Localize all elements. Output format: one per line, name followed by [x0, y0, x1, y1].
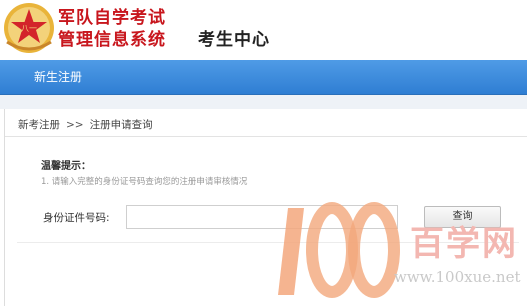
tips-line-1: 1. 请输入完整的身份证号码查询您的注册申请审核情况	[41, 177, 248, 187]
breadcrumb-separator: >>	[66, 119, 84, 131]
header: 八一 军队自学考试 管理信息系统 考生中心	[0, 0, 527, 60]
breadcrumb-item-query: 注册申请查询	[89, 119, 153, 131]
tab-new-registration[interactable]: 新生注册	[20, 60, 96, 94]
candidate-center-title: 考生中心	[198, 30, 270, 50]
form-divider	[17, 242, 519, 243]
breadcrumb-divider	[5, 136, 527, 137]
system-title-line2: 管理信息系统	[58, 30, 166, 50]
breadcrumb-item-new-registration[interactable]: 新考注册	[18, 117, 60, 132]
system-title-line1: 军队自学考试	[58, 8, 166, 28]
army-emblem-icon: 八一	[4, 3, 54, 53]
emblem-text: 八一	[21, 24, 37, 33]
main-panel: 新考注册 >> 注册申请查询 温馨提示： 1. 请输入完整的身份证号码查询您的注册申…	[4, 109, 527, 306]
id-number-input[interactable]	[126, 205, 398, 229]
query-button[interactable]: 查询	[424, 206, 501, 228]
divider-band	[0, 95, 527, 109]
breadcrumb: 新考注册 >> 注册申请查询	[18, 117, 153, 132]
tips-title: 温馨提示：	[41, 161, 91, 172]
nav-bar: 新生注册	[0, 60, 527, 95]
id-number-label: 身份证件号码:	[43, 212, 110, 224]
